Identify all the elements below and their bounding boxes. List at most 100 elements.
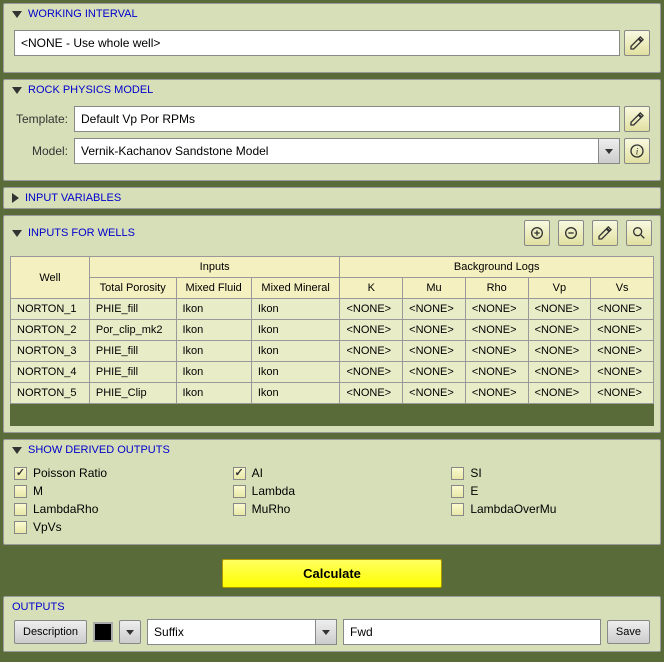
checkbox[interactable] [14, 485, 27, 498]
table-cell[interactable]: <NONE> [528, 320, 591, 341]
checkbox[interactable] [233, 485, 246, 498]
table-cell[interactable]: Ikon [251, 362, 340, 383]
model-input[interactable] [74, 138, 598, 164]
expand-icon [12, 11, 22, 18]
table-cell[interactable]: PHIE_fill [89, 299, 176, 320]
table-cell[interactable]: Ikon [176, 299, 251, 320]
template-input[interactable] [74, 106, 620, 132]
table-cell[interactable]: <NONE> [403, 362, 466, 383]
checkbox[interactable] [14, 503, 27, 516]
table-cell[interactable]: Ikon [176, 383, 251, 404]
template-label: Template: [14, 112, 74, 126]
table-cell[interactable]: <NONE> [465, 341, 528, 362]
table-row[interactable]: NORTON_4PHIE_fillIkonIkon<NONE><NONE><NO… [11, 362, 654, 383]
input-variables-header[interactable]: INPUT VARIABLES [4, 188, 660, 208]
description-button[interactable]: Description [14, 620, 87, 644]
table-cell[interactable]: <NONE> [591, 341, 654, 362]
checkbox-item[interactable]: LambdaOverMu [451, 502, 650, 516]
working-interval-input[interactable] [14, 30, 620, 56]
checkbox[interactable] [14, 521, 27, 534]
remove-button[interactable] [558, 220, 584, 246]
suffix-input[interactable] [343, 619, 601, 645]
table-cell[interactable]: <NONE> [340, 320, 403, 341]
suffix-mode-dropdown[interactable] [315, 619, 337, 645]
checkbox[interactable] [233, 467, 246, 480]
checkbox-item[interactable]: SI [451, 466, 650, 480]
table-cell[interactable]: NORTON_4 [11, 362, 90, 383]
table-cell[interactable]: NORTON_1 [11, 299, 90, 320]
table-cell[interactable]: <NONE> [591, 362, 654, 383]
color-dropdown[interactable] [119, 620, 141, 644]
table-cell[interactable]: <NONE> [340, 383, 403, 404]
table-cell[interactable]: PHIE_fill [89, 341, 176, 362]
collapse-icon [12, 193, 19, 203]
magnifier-icon [631, 225, 647, 241]
add-button[interactable] [524, 220, 550, 246]
table-cell[interactable]: <NONE> [465, 362, 528, 383]
inputs-wells-header[interactable]: INPUTS FOR WELLS [4, 216, 660, 250]
checkbox[interactable] [451, 467, 464, 480]
table-cell[interactable]: <NONE> [528, 362, 591, 383]
table-row[interactable]: NORTON_2Por_clip_mk2IkonIkon<NONE><NONE>… [11, 320, 654, 341]
edit-button[interactable] [624, 30, 650, 56]
checkbox[interactable] [14, 467, 27, 480]
checkbox[interactable] [451, 503, 464, 516]
table-cell[interactable]: <NONE> [591, 383, 654, 404]
table-cell[interactable]: NORTON_2 [11, 320, 90, 341]
checkbox-item[interactable]: Poisson Ratio [14, 466, 213, 480]
table-cell[interactable]: Ikon [251, 299, 340, 320]
table-row[interactable]: NORTON_3PHIE_fillIkonIkon<NONE><NONE><NO… [11, 341, 654, 362]
table-cell[interactable]: <NONE> [403, 341, 466, 362]
info-icon: i [629, 143, 645, 159]
checkbox-item[interactable]: LambdaRho [14, 502, 213, 516]
checkbox-label: AI [252, 466, 263, 480]
table-cell[interactable]: Ikon [176, 320, 251, 341]
table-cell[interactable]: PHIE_fill [89, 362, 176, 383]
color-picker[interactable] [93, 622, 113, 642]
suffix-mode-select[interactable] [147, 619, 315, 645]
table-cell[interactable]: <NONE> [591, 320, 654, 341]
table-cell[interactable]: <NONE> [403, 383, 466, 404]
model-info-button[interactable]: i [624, 138, 650, 164]
checkbox-item[interactable]: VpVs [14, 520, 213, 534]
table-cell[interactable]: PHIE_Clip [89, 383, 176, 404]
table-cell[interactable]: Por_clip_mk2 [89, 320, 176, 341]
table-cell[interactable]: Ikon [176, 362, 251, 383]
calculate-button[interactable]: Calculate [222, 559, 442, 588]
table-cell[interactable]: Ikon [251, 320, 340, 341]
search-button[interactable] [626, 220, 652, 246]
table-cell[interactable]: <NONE> [340, 341, 403, 362]
save-button[interactable]: Save [607, 620, 650, 644]
working-interval-header[interactable]: WORKING INTERVAL [4, 4, 660, 24]
table-cell[interactable]: <NONE> [340, 362, 403, 383]
table-cell[interactable]: <NONE> [465, 320, 528, 341]
checkbox-item[interactable]: M [14, 484, 213, 498]
table-cell[interactable]: <NONE> [403, 299, 466, 320]
checkbox[interactable] [451, 485, 464, 498]
table-cell[interactable]: Ikon [251, 341, 340, 362]
table-cell[interactable]: <NONE> [465, 299, 528, 320]
rock-physics-header[interactable]: ROCK PHYSICS MODEL [4, 80, 660, 100]
template-edit-button[interactable] [624, 106, 650, 132]
table-row[interactable]: NORTON_1PHIE_fillIkonIkon<NONE><NONE><NO… [11, 299, 654, 320]
table-cell[interactable]: <NONE> [528, 299, 591, 320]
derived-outputs-header[interactable]: SHOW DERIVED OUTPUTS [4, 440, 660, 460]
edit-wells-button[interactable] [592, 220, 618, 246]
checkbox[interactable] [233, 503, 246, 516]
checkbox-item[interactable]: AI [233, 466, 432, 480]
model-dropdown-button[interactable] [598, 138, 620, 164]
checkbox-item[interactable]: MuRho [233, 502, 432, 516]
table-cell[interactable]: NORTON_5 [11, 383, 90, 404]
table-cell[interactable]: Ikon [251, 383, 340, 404]
table-cell[interactable]: <NONE> [465, 383, 528, 404]
checkbox-item[interactable]: E [451, 484, 650, 498]
table-cell[interactable]: <NONE> [403, 320, 466, 341]
table-cell[interactable]: <NONE> [591, 299, 654, 320]
checkbox-item[interactable]: Lambda [233, 484, 432, 498]
table-row[interactable]: NORTON_5PHIE_ClipIkonIkon<NONE><NONE><NO… [11, 383, 654, 404]
table-cell[interactable]: <NONE> [528, 341, 591, 362]
table-cell[interactable]: <NONE> [528, 383, 591, 404]
table-cell[interactable]: Ikon [176, 341, 251, 362]
table-cell[interactable]: NORTON_3 [11, 341, 90, 362]
table-cell[interactable]: <NONE> [340, 299, 403, 320]
